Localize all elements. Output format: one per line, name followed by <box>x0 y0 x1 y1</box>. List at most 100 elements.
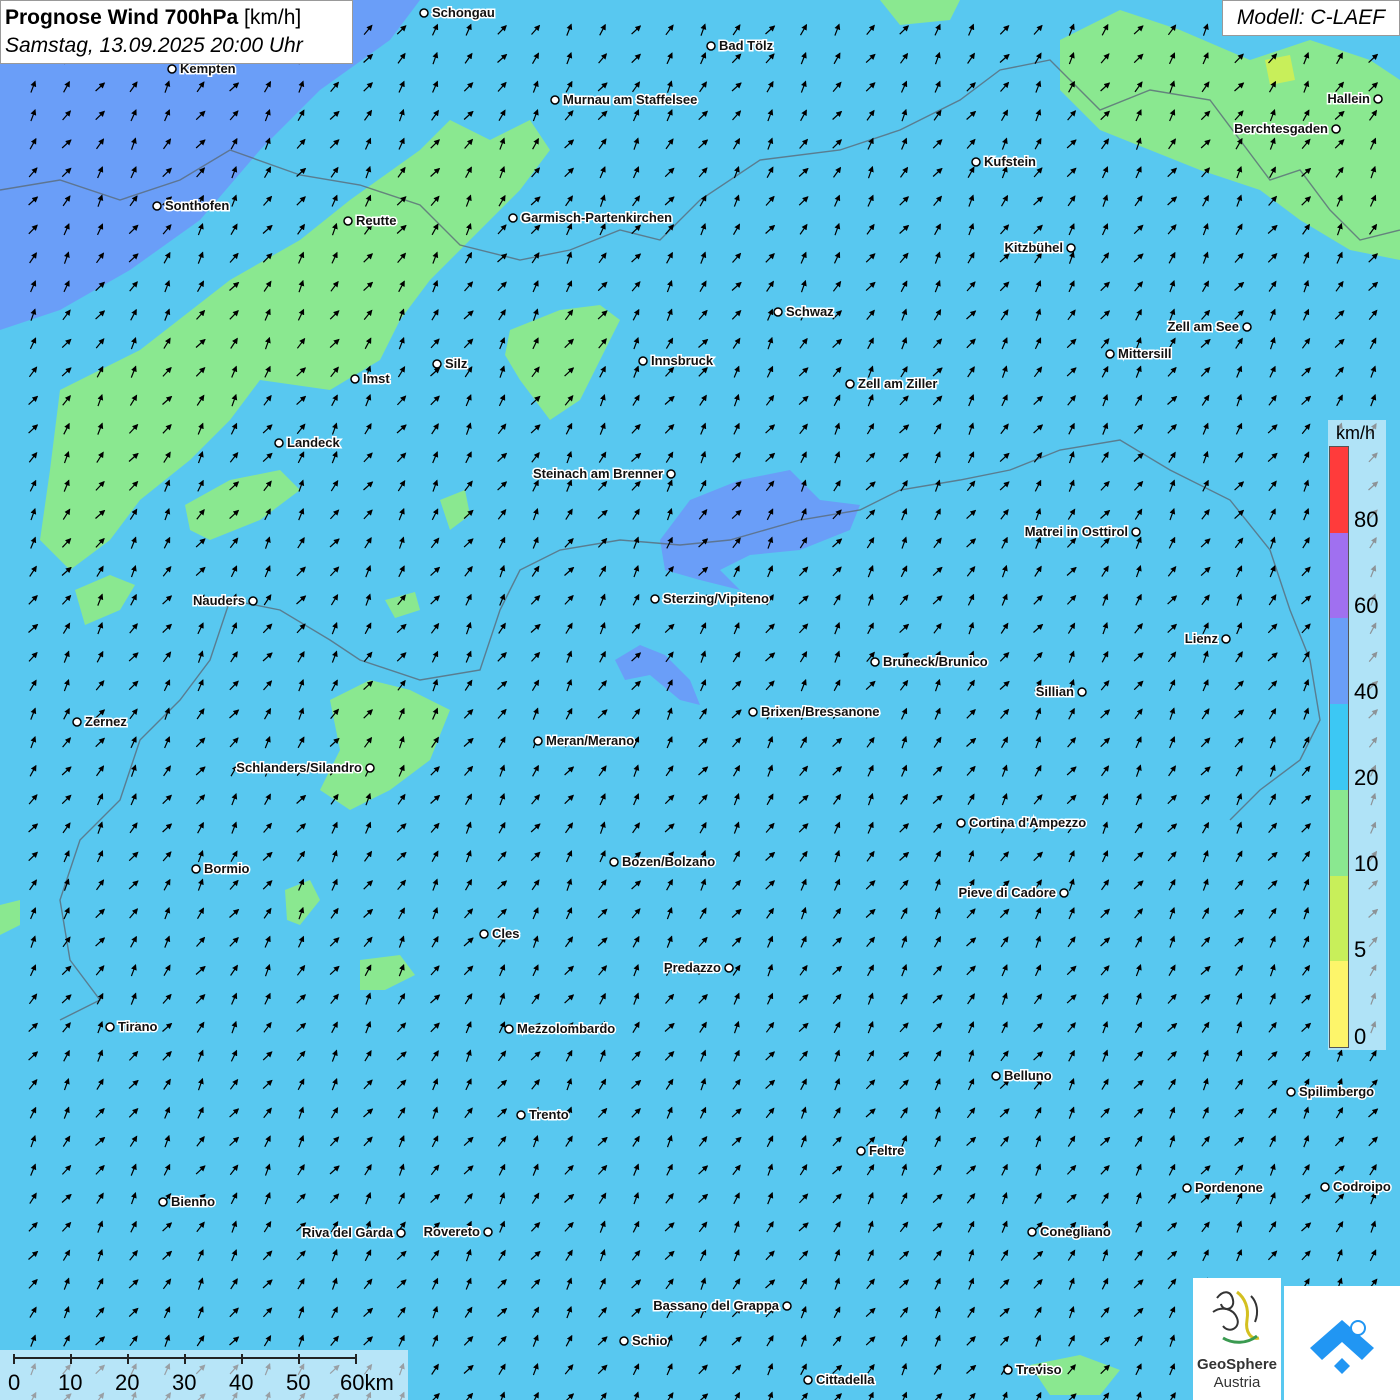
city-marker: Bassano del Grappa <box>652 1297 792 1315</box>
legend-color-segment <box>1330 447 1348 533</box>
city-label: Feltre <box>869 1143 904 1158</box>
city-dot-icon <box>870 657 880 667</box>
city-label: Schio <box>632 1333 667 1348</box>
city-label: Innsbruck <box>651 353 714 368</box>
geosphere-logo[interactable]: GeoSphere Austria <box>1193 1278 1281 1400</box>
city-dot-icon <box>803 1375 813 1385</box>
city-marker: Zell am See <box>1166 318 1252 336</box>
city-label: Pordenone <box>1195 1180 1263 1195</box>
city-label: Silz <box>445 356 468 371</box>
city-label: Landeck <box>287 435 341 450</box>
forecast-datetime: Samstag, 13.09.2025 20:00 Uhr <box>5 34 303 57</box>
weather-app-logo[interactable] <box>1284 1286 1400 1400</box>
city-label: Brixen/Bressanone <box>761 704 880 719</box>
city-label: Spilimbergo <box>1299 1084 1374 1099</box>
city-dot-icon <box>609 857 619 867</box>
city-label: Garmisch-Partenkirchen <box>521 210 672 225</box>
city-dot-icon <box>274 438 284 448</box>
city-dot-icon <box>650 594 660 604</box>
city-dot-icon <box>856 1146 866 1156</box>
city-dot-icon <box>516 1110 526 1120</box>
scale-bar: 0 10 20 30 40 50 60km <box>0 1350 408 1400</box>
city-dot-icon <box>105 1022 115 1032</box>
city-dot-icon <box>1221 634 1231 644</box>
city-dot-icon <box>483 1227 493 1237</box>
map-title-unit: [km/h] <box>244 6 302 29</box>
model-label: Modell: C-LAEF <box>1222 0 1400 36</box>
city-dot-icon <box>72 717 82 727</box>
city-label: Bruneck/Brunico <box>883 654 988 669</box>
city-dot-icon <box>1373 94 1383 104</box>
city-marker: Pordenone <box>1182 1179 1264 1197</box>
city-marker: Conegliano <box>1027 1223 1112 1241</box>
city-dot-icon <box>158 1197 168 1207</box>
city-marker: Steinach am Brenner <box>531 465 676 483</box>
city-label: Pieve di Cadore <box>958 885 1056 900</box>
city-label: Treviso <box>1016 1362 1062 1377</box>
city-dot-icon <box>152 201 162 211</box>
city-dot-icon <box>1105 349 1115 359</box>
map-title-box: Prognose Wind 700hPa [km/h] Samstag, 13.… <box>0 0 353 64</box>
city-marker: Zell am Ziller <box>845 375 939 393</box>
city-label: Hallein <box>1327 91 1370 106</box>
city-label: Mittersill <box>1118 346 1171 361</box>
city-label: Bassano del Grappa <box>653 1298 779 1313</box>
city-dot-icon <box>1059 888 1069 898</box>
city-dot-icon <box>1131 527 1141 537</box>
city-marker: Garmisch-Partenkirchen <box>508 209 674 227</box>
legend-label: 20 <box>1354 765 1379 790</box>
city-label: Bad Tölz <box>719 38 774 53</box>
city-label: Matrei in Osttirol <box>1025 524 1128 539</box>
city-label: Bormio <box>204 861 250 876</box>
cloud-house-icon <box>1310 1320 1374 1374</box>
city-label: Bienno <box>171 1194 215 1209</box>
city-dot-icon <box>782 1301 792 1311</box>
legend-label: 10 <box>1354 851 1379 876</box>
city-label: Sterzing/Vipiteno <box>663 591 769 606</box>
geosphere-name: GeoSphere <box>1196 1356 1278 1373</box>
city-dot-icon <box>638 356 648 366</box>
color-legend: km/h 80 60 40 20 10 5 0 <box>1328 420 1386 1050</box>
scale-label: 20 <box>115 1370 140 1395</box>
city-label: Kitzbühel <box>1005 240 1064 255</box>
city-label: Zernez <box>85 714 127 729</box>
scale-label: 40 <box>229 1370 254 1395</box>
city-label: Lienz <box>1185 631 1219 646</box>
city-label: Sillian <box>1036 684 1074 699</box>
city-dot-icon <box>773 307 783 317</box>
city-label: Rovereto <box>424 1224 480 1239</box>
city-label: Zell am Ziller <box>858 376 937 391</box>
city-dot-icon <box>1182 1183 1192 1193</box>
city-label: Sonthofen <box>165 198 229 213</box>
scale-label: 10 <box>58 1370 83 1395</box>
city-label: Schwaz <box>786 304 834 319</box>
city-dot-icon <box>508 213 518 223</box>
legend-color-segment <box>1330 875 1348 962</box>
city-label: Schlanders/Silandro <box>236 760 362 775</box>
city-label: Schongau <box>432 5 495 20</box>
city-dot-icon <box>432 359 442 369</box>
city-dot-icon <box>350 374 360 384</box>
city-label: Conegliano <box>1040 1224 1111 1239</box>
scale-label: 0 <box>8 1370 21 1395</box>
city-dot-icon <box>619 1336 629 1346</box>
legend-colorbar <box>1329 446 1349 1048</box>
legend-color-segment <box>1330 789 1348 876</box>
city-label: Codroipo <box>1333 1179 1391 1194</box>
legend-label: 40 <box>1354 679 1379 704</box>
city-dot-icon <box>550 95 560 105</box>
legend-label: 0 <box>1354 1024 1367 1049</box>
map-title: Prognose Wind 700hPa [km/h] <box>5 4 348 32</box>
legend-color-segment <box>1330 961 1348 1047</box>
city-marker: Brixen/Bressanone <box>748 703 881 721</box>
city-label: Bozen/Bolzano <box>622 854 715 869</box>
city-label: Cortina d'Ampezzo <box>969 815 1086 830</box>
city-label: Trento <box>529 1107 569 1122</box>
city-marker: Matrei in Osttirol <box>1023 523 1141 541</box>
city-dot-icon <box>419 8 429 18</box>
city-dot-icon <box>191 864 201 874</box>
wind-area-5-10 <box>1265 55 1295 85</box>
city-label: Cittadella <box>816 1372 875 1387</box>
city-dot-icon <box>666 469 676 479</box>
city-label: Meran/Merano <box>546 733 634 748</box>
